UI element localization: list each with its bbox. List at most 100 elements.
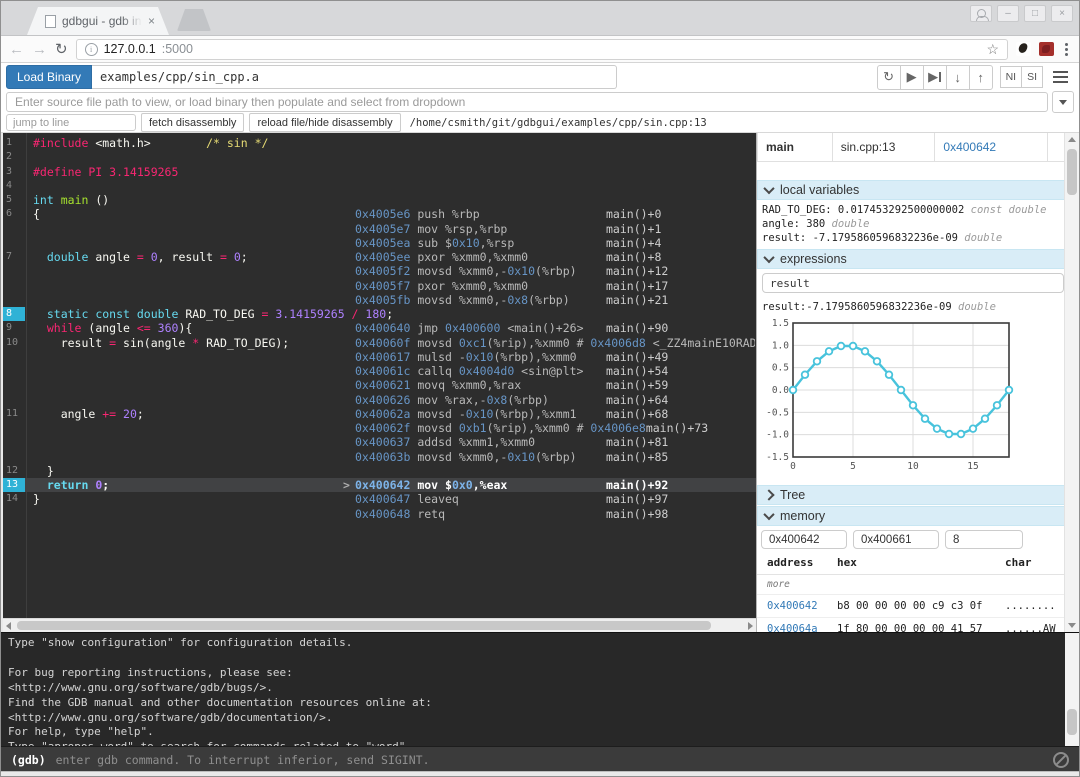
line-number[interactable]	[3, 264, 25, 278]
page-info-icon[interactable]: i	[85, 43, 98, 56]
console-scroll-thumb[interactable]	[1067, 709, 1077, 735]
thread-row[interactable]: main sin.cpp:13 0x400642	[758, 133, 1065, 162]
line-number[interactable]: 1	[3, 136, 25, 150]
line-number[interactable]: 11	[3, 407, 25, 421]
memory-start-input[interactable]	[761, 530, 847, 549]
step-button[interactable]: ↓	[946, 65, 970, 90]
line-number[interactable]: 6	[3, 207, 25, 221]
assembly-instruction: movsd %xmm0,-0x10(%rbp)	[417, 450, 576, 464]
tab-close-icon[interactable]: ×	[148, 14, 155, 28]
window-bottom-edge	[1, 771, 1079, 777]
line-number[interactable]	[3, 378, 25, 392]
assembly-address: 0x400640	[355, 321, 417, 335]
browser-menu-icon[interactable]	[1062, 43, 1071, 56]
memory-bytes-input[interactable]	[945, 530, 1023, 549]
line-number[interactable]	[3, 222, 25, 236]
hscroll-thumb[interactable]	[17, 621, 711, 630]
line-number[interactable]	[3, 421, 25, 435]
line-number[interactable]	[3, 350, 25, 364]
back-icon[interactable]: ←	[9, 42, 24, 57]
line-number[interactable]	[3, 435, 25, 449]
tree-title: Tree	[780, 488, 805, 502]
scroll-up-icon[interactable]	[1068, 137, 1076, 142]
tree-header[interactable]: Tree	[757, 485, 1065, 505]
minimize-button[interactable]: –	[997, 5, 1019, 22]
svg-text:10: 10	[907, 461, 919, 472]
new-tab-button[interactable]	[177, 9, 211, 31]
line-number[interactable]	[3, 393, 25, 407]
refresh-icon[interactable]: ↻	[55, 42, 68, 57]
extension-icon-2[interactable]	[1039, 42, 1054, 56]
line-number[interactable]	[3, 293, 25, 307]
local-variables-header[interactable]: local variables	[757, 180, 1065, 200]
forward-icon[interactable]: →	[32, 42, 47, 57]
line-number[interactable]: 7	[3, 250, 25, 264]
vscroll-thumb[interactable]	[1067, 149, 1077, 195]
line-number[interactable]	[3, 279, 25, 293]
step-instruction-button[interactable]: SI	[1021, 66, 1043, 88]
bookmark-star-icon[interactable]: ☆	[986, 41, 999, 58]
expression-value: -7.1795860596832236e-09	[806, 301, 951, 313]
assembly-location: main()+1	[606, 222, 661, 236]
fetch-disassembly-button[interactable]: fetch disassembly	[141, 113, 244, 132]
jump-to-line-input[interactable]	[6, 114, 136, 131]
frame-address-link[interactable]: 0x400642	[935, 133, 1048, 162]
assembly-line: 0x40062f movsd 0xb1(%rip),%xmm0 # 0x4006…	[355, 421, 755, 435]
line-number[interactable]	[3, 364, 25, 378]
url-field[interactable]: i 127.0.0.1 :5000 ☆	[76, 39, 1008, 60]
assembly-line: 0x40061c callq 0x4004d0 <sin@plt>main()+…	[355, 364, 755, 378]
memory-end-input[interactable]	[853, 530, 939, 549]
restart-button[interactable]: ↻	[877, 65, 901, 90]
editor-row: 11 angle += 20;0x40062a movsd -0x10(%rbp…	[3, 407, 756, 421]
memory-address-link[interactable]: 0x400642	[757, 600, 837, 612]
expressions-header[interactable]: expressions	[757, 249, 1065, 269]
line-number[interactable]: 12	[3, 464, 25, 478]
line-number[interactable]	[3, 236, 25, 250]
memory-more-link[interactable]: more	[757, 575, 1065, 595]
scroll-right-icon[interactable]	[748, 622, 753, 630]
editor-row: 13 return 0;>0x400642 mov $0x0,%eaxmain(…	[3, 478, 756, 492]
step-out-button[interactable]: ↑	[969, 65, 993, 90]
horizontal-scrollbar[interactable]	[3, 618, 756, 632]
line-number[interactable]: 4	[3, 179, 25, 193]
source-file-input[interactable]	[6, 92, 1048, 112]
expression-input[interactable]	[762, 273, 1064, 293]
settings-menu-icon[interactable]	[1053, 71, 1068, 83]
reload-file-button[interactable]: reload file/hide disassembly	[249, 113, 400, 132]
line-number[interactable]: 14	[3, 492, 25, 506]
line-number[interactable]	[3, 450, 25, 464]
line-number[interactable]	[3, 507, 25, 521]
scroll-left-icon[interactable]	[6, 622, 11, 630]
assembly-instruction: movsd -0x10(%rbp),%xmm1	[417, 407, 576, 421]
panel-scrollbar[interactable]	[1064, 133, 1079, 632]
clear-console-icon[interactable]	[1053, 752, 1069, 768]
next-instruction-button[interactable]: NI	[1000, 66, 1023, 88]
continue-button[interactable]: ▶	[900, 65, 924, 90]
load-binary-button[interactable]: Load Binary	[6, 65, 92, 89]
memory-header[interactable]: memory	[757, 506, 1065, 526]
scroll-down-icon[interactable]	[1068, 623, 1076, 628]
profile-button[interactable]	[970, 5, 992, 22]
binary-path-input[interactable]	[92, 65, 617, 89]
breakpoint-line-number[interactable]: 8	[3, 307, 25, 321]
line-number[interactable]: 9	[3, 321, 25, 335]
close-button[interactable]: ×	[1051, 5, 1073, 22]
line-number[interactable]: 2	[3, 150, 25, 164]
source-dropdown-button[interactable]	[1052, 91, 1074, 113]
breakpoint-line-number[interactable]: 13	[3, 478, 25, 492]
console-scrollbar[interactable]	[1065, 633, 1079, 746]
browser-tab[interactable]: gdbgui - gdb in a br ×	[27, 7, 169, 35]
extension-icon-1[interactable]	[1016, 42, 1031, 56]
line-number[interactable]: 5	[3, 193, 25, 207]
chevron-down-icon	[1059, 100, 1067, 105]
line-number[interactable]: 10	[3, 336, 25, 350]
gdb-command-input[interactable]: enter gdb command. To interrupt inferior…	[56, 753, 1053, 767]
assembly-instruction: addsd %xmm1,%xmm0	[417, 435, 535, 449]
assembly-instruction: mov %rax,-0x8(%rbp)	[417, 393, 549, 407]
memory-address-link[interactable]: 0x40064a	[757, 623, 837, 632]
url-port: :5000	[162, 42, 193, 56]
maximize-button[interactable]: □	[1024, 5, 1046, 22]
url-bar-row: ← → ↻ i 127.0.0.1 :5000 ☆	[1, 36, 1079, 63]
next-button[interactable]: ▶	[923, 65, 947, 90]
line-number[interactable]: 3	[3, 165, 25, 179]
